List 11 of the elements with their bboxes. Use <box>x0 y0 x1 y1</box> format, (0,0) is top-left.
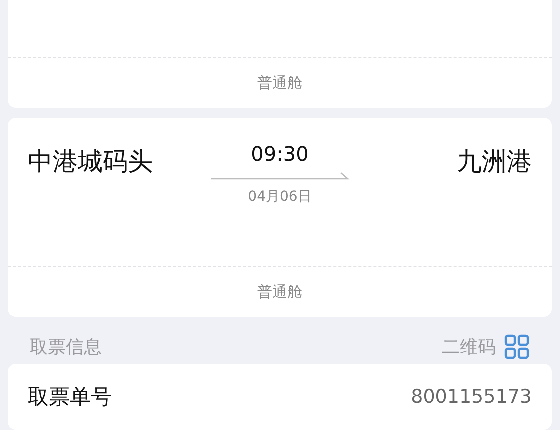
departure-date: 04月06日 <box>248 188 312 206</box>
field-value: 8001155173 <box>411 386 532 408</box>
cabin-class: 普通舱 <box>258 282 302 302</box>
qr-code-icon <box>504 334 530 360</box>
cabin-class: 普通舱 <box>258 74 302 92</box>
field-label: 取票单号 <box>28 384 112 411</box>
arrival-port: 九洲港 <box>457 146 532 178</box>
section-title: 取票信息 <box>30 336 102 358</box>
departure-time: 09:30 <box>251 142 309 166</box>
departure-port: 中港城码头 <box>28 146 153 178</box>
qr-code-button[interactable]: 二维码 <box>442 334 530 360</box>
